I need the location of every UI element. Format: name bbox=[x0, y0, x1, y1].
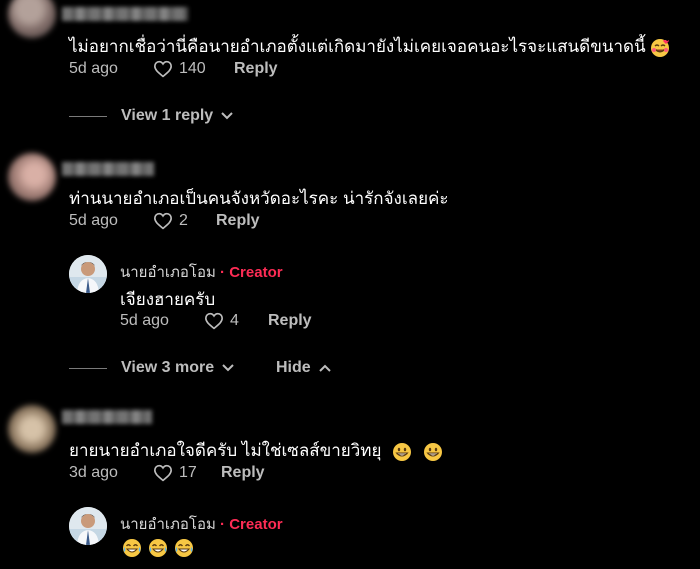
grinning-face-icon bbox=[393, 442, 412, 461]
reply-button[interactable]: Reply bbox=[234, 60, 278, 78]
reply-text: เจียงฮายครับ bbox=[120, 290, 216, 309]
reply-button[interactable]: Reply bbox=[268, 312, 312, 330]
creator-header: นายอำเภอโอม · Creator bbox=[120, 512, 283, 536]
smiling-face-with-hearts-icon bbox=[651, 38, 670, 57]
chevron-up-icon bbox=[318, 364, 331, 372]
tears-of-joy-icon bbox=[149, 539, 167, 557]
reply-emoji-row bbox=[122, 538, 194, 558]
view-more-label: View 3 more bbox=[121, 359, 215, 376]
heart-icon bbox=[153, 60, 173, 78]
comment-date: 5d ago bbox=[69, 212, 118, 229]
comment-text: ไม่อยากเชื่อว่านี่คือนายอำเภอตั้งแต่เกิด… bbox=[69, 33, 670, 60]
view-more-button[interactable]: View 3 more bbox=[69, 359, 234, 377]
reply-date: 5d ago bbox=[120, 312, 169, 329]
commenter-avatar[interactable] bbox=[8, 153, 56, 201]
like-count: 140 bbox=[179, 60, 206, 77]
like-button[interactable]: 17 bbox=[153, 464, 197, 482]
chevron-down-icon bbox=[222, 364, 234, 372]
tears-of-joy-icon bbox=[175, 539, 193, 557]
creator-name[interactable]: นายอำเภอโอม bbox=[120, 516, 216, 533]
creator-avatar[interactable] bbox=[69, 255, 107, 293]
creator-portrait-icon bbox=[69, 255, 107, 293]
commenter-username[interactable] bbox=[62, 410, 152, 424]
comment-date: 5d ago bbox=[69, 60, 118, 77]
tears-of-joy-icon bbox=[123, 539, 141, 557]
hide-label: Hide bbox=[276, 359, 311, 376]
creator-header: นายอำเภอโอม · Creator bbox=[120, 260, 283, 284]
hide-replies-button[interactable]: Hide bbox=[276, 359, 331, 377]
creator-badge: Creator bbox=[229, 516, 283, 533]
creator-separator: · bbox=[220, 264, 226, 281]
creator-portrait-icon bbox=[69, 507, 107, 545]
like-count: 17 bbox=[179, 464, 197, 481]
comment-text: ท่านนายอำเภอเป็นคนจังหวัดอะไรคะ น่ารักจั… bbox=[69, 189, 449, 208]
comment-text: ยายนายอำเภอใจดีครับ ไม่ใช่เซลส์ขายวิทยุ bbox=[69, 437, 443, 464]
like-button[interactable]: 2 bbox=[153, 212, 188, 230]
view-replies-button[interactable]: View 1 reply bbox=[69, 107, 233, 125]
commenter-avatar[interactable] bbox=[8, 0, 56, 38]
like-count: 4 bbox=[230, 312, 239, 329]
divider bbox=[69, 367, 107, 369]
creator-badge: Creator bbox=[229, 264, 283, 281]
heart-icon bbox=[153, 464, 173, 482]
divider bbox=[69, 115, 107, 117]
reply-button[interactable]: Reply bbox=[221, 464, 265, 482]
creator-name[interactable]: นายอำเภอโอม bbox=[120, 264, 216, 281]
commenter-username[interactable] bbox=[62, 7, 188, 21]
commenter-username[interactable] bbox=[62, 162, 154, 176]
reply-button[interactable]: Reply bbox=[216, 212, 260, 230]
like-count: 2 bbox=[179, 212, 188, 229]
creator-avatar[interactable] bbox=[69, 507, 107, 545]
creator-separator: · bbox=[220, 516, 226, 533]
heart-icon bbox=[153, 212, 173, 230]
like-button[interactable]: 140 bbox=[153, 60, 206, 78]
view-replies-label: View 1 reply bbox=[121, 107, 214, 124]
commenter-avatar[interactable] bbox=[8, 405, 56, 453]
comment-date: 3d ago bbox=[69, 464, 118, 481]
grinning-face-icon bbox=[423, 442, 442, 461]
chevron-down-icon bbox=[221, 112, 233, 120]
like-button[interactable]: 4 bbox=[204, 312, 239, 330]
heart-icon bbox=[204, 312, 224, 330]
